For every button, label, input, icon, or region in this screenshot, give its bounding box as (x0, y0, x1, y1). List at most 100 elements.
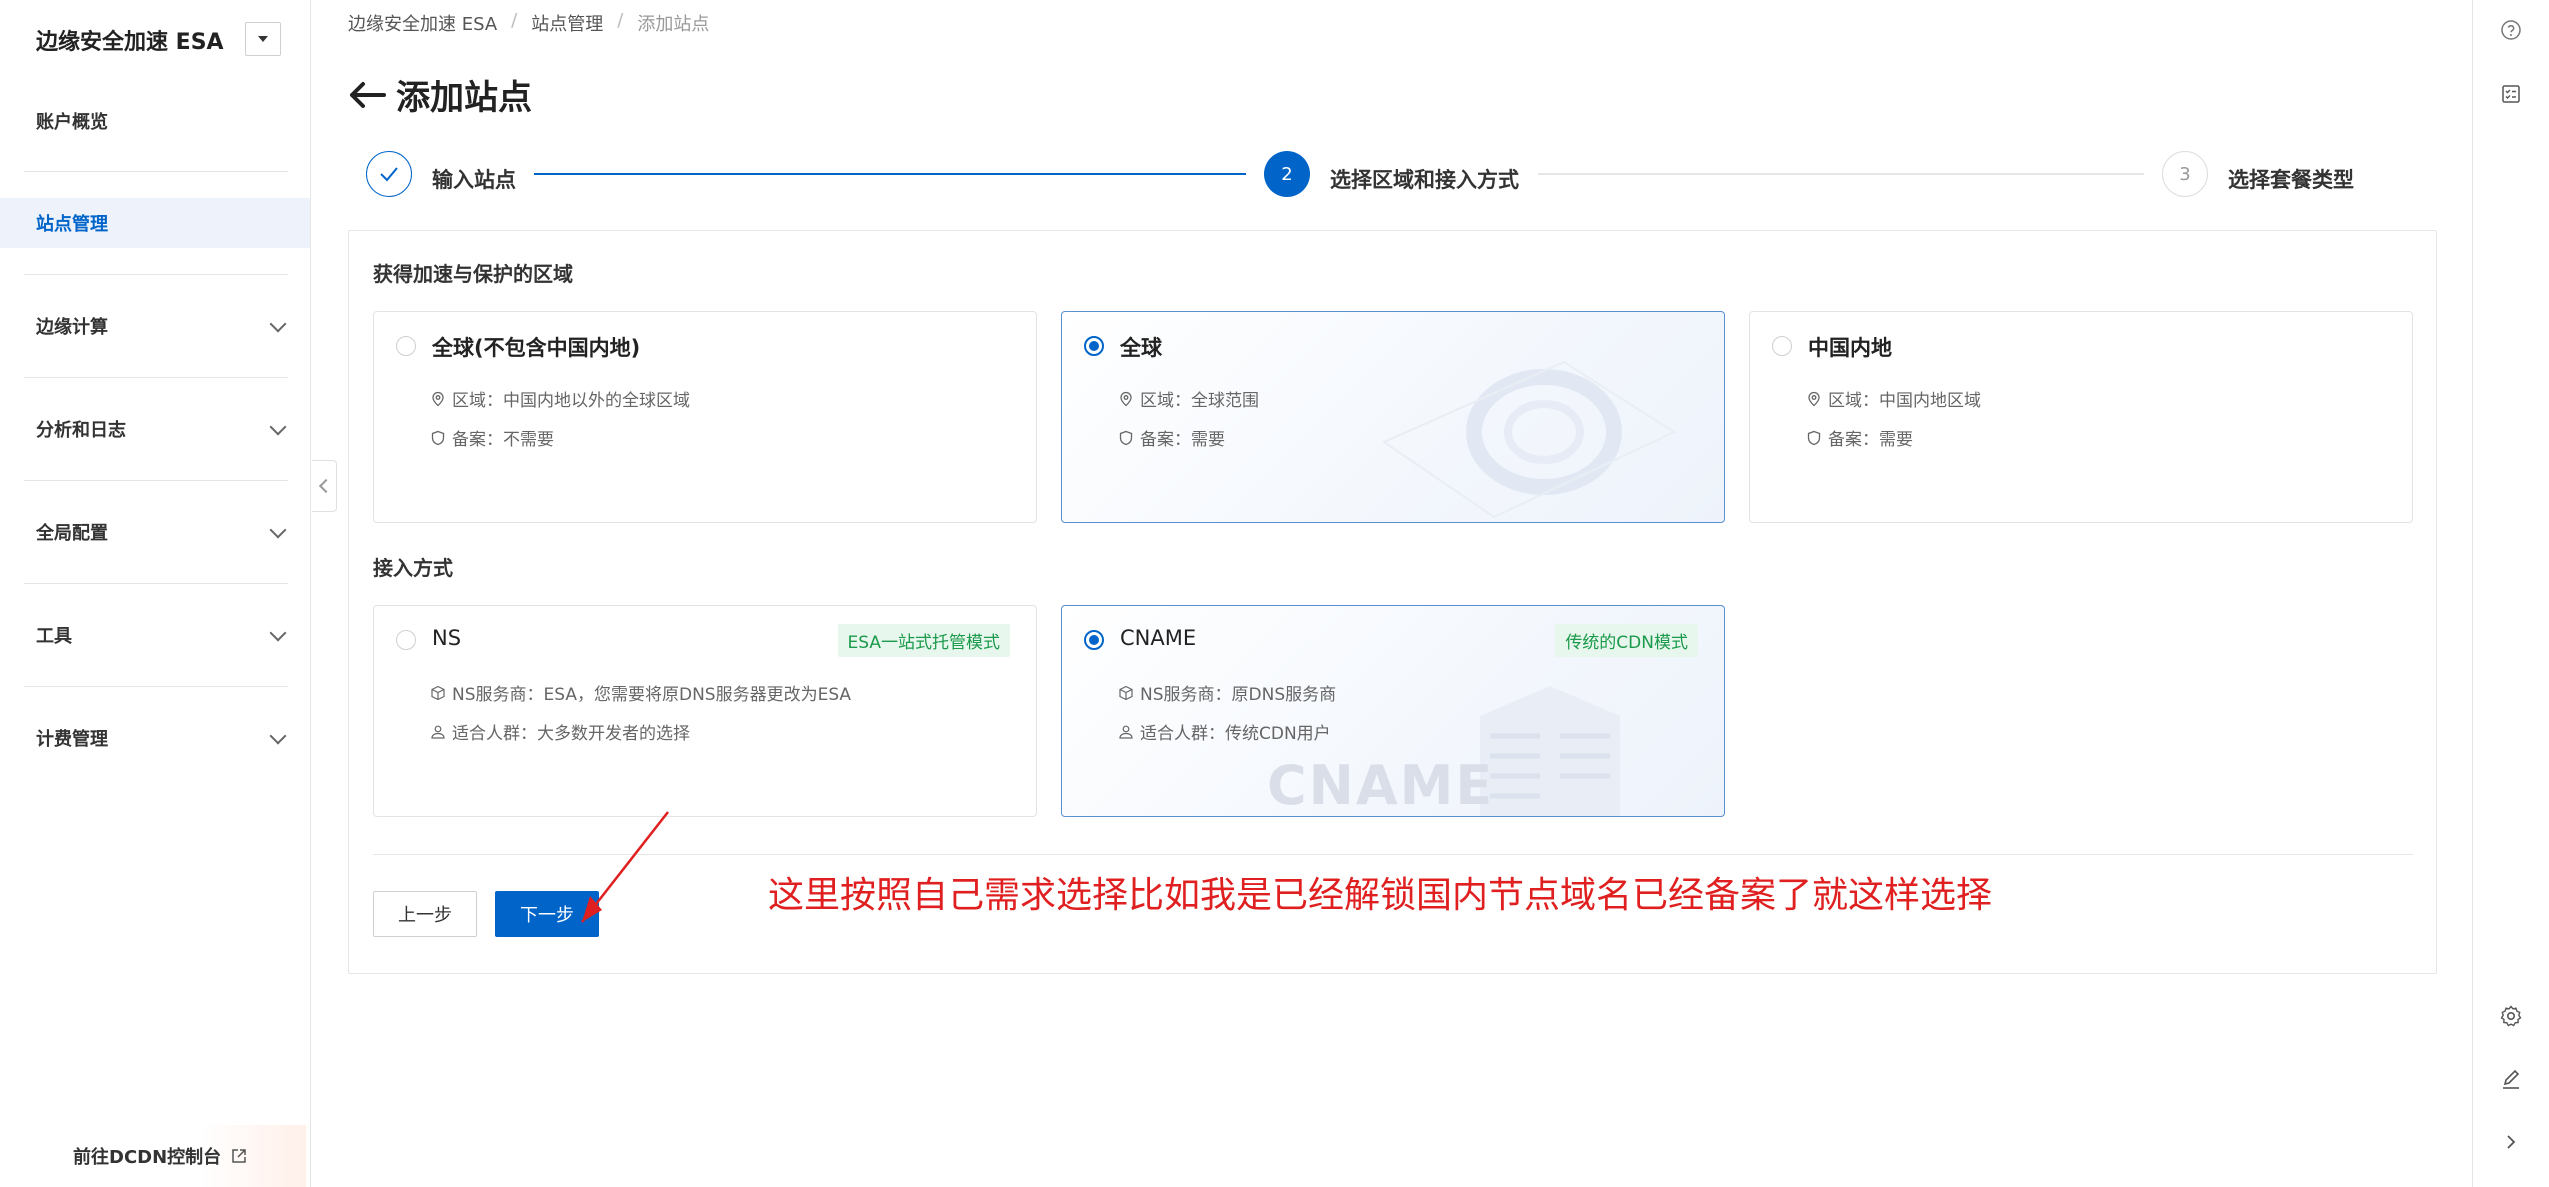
prev-step-button[interactable]: 上一步 (373, 891, 477, 937)
shield-icon (1119, 430, 1133, 445)
access-ns-text: NS服务商：原DNS服务商 (1140, 685, 1337, 705)
sidebar-item-global-config[interactable]: 全局配置 (0, 507, 310, 557)
region-area-line: 区域：中国内地区域 (1806, 386, 1981, 411)
step-3-circle: 3 (2162, 151, 2208, 197)
page-title: 添加站点 (396, 78, 532, 118)
access-ns-line: NS服务商：原DNS服务商 (1118, 680, 1336, 705)
chevron-down-icon (269, 315, 287, 333)
product-title: 边缘安全加速 ESA (36, 30, 224, 55)
chevron-down-icon (269, 727, 287, 745)
radio-button[interactable] (1772, 336, 1792, 356)
region-icp-line: 备案：需要 (1118, 425, 1225, 450)
checklist-icon[interactable] (2497, 80, 2525, 108)
sidebar-item-label: 计费管理 (36, 729, 108, 750)
region-option-global[interactable]: 全球 区域：全球范围 备案：需要 (1061, 311, 1725, 523)
right-toolbar (2472, 0, 2549, 1187)
location-pin-icon (1808, 391, 1820, 406)
radio-button-selected[interactable] (1084, 630, 1104, 650)
breadcrumb-item-site-management[interactable]: 站点管理 (531, 10, 603, 36)
sidebar-item-billing[interactable]: 计费管理 (0, 713, 310, 763)
access-audience-text: 适合人群：大多数开发者的选择 (452, 724, 690, 744)
access-option-ns[interactable]: NS ESA一站式托管模式 NS服务商：ESA，您需要将原DNS服务器更改为ES… (373, 605, 1037, 817)
cname-watermark: CNAME (1267, 754, 1495, 817)
sidebar: 边缘安全加速 ESA 账户概览 站点管理 边缘计算 分析和日志 全局配置 工具 … (0, 0, 311, 1187)
access-option-title: NS (432, 626, 462, 650)
globe-illustration (1381, 360, 1677, 519)
access-audience-text: 适合人群：传统CDN用户 (1140, 724, 1331, 744)
divider (24, 171, 288, 172)
shield-icon (431, 430, 445, 445)
check-icon (380, 167, 398, 182)
chevron-down-icon (269, 624, 287, 642)
region-icp-line: 备案：不需要 (430, 425, 554, 450)
help-icon[interactable] (2497, 16, 2525, 44)
region-icp-line: 备案：需要 (1806, 425, 1913, 450)
edit-icon[interactable] (2497, 1066, 2525, 1094)
region-area-text: 区域：全球范围 (1140, 391, 1259, 411)
access-option-cname[interactable]: CNAME CNAME 传统的CDN模式 NS服务商：原DNS服务商 适合人群：… (1061, 605, 1725, 817)
caret-down-icon (258, 36, 268, 42)
step-2-label: 选择区域和接入方式 (1330, 168, 1519, 192)
radio-button[interactable] (396, 630, 416, 650)
mode-tag: 传统的CDN模式 (1555, 624, 1698, 657)
step-1-circle (366, 151, 412, 197)
region-area-line: 区域：全球范围 (1118, 386, 1259, 411)
sidebar-item-label: 账户概览 (36, 112, 108, 133)
chevron-down-icon (269, 521, 287, 539)
region-option-title: 全球 (1120, 336, 1162, 360)
region-option-mainland-china[interactable]: 中国内地 区域：中国内地区域 备案：需要 (1749, 311, 2413, 523)
sidebar-item-account-overview[interactable]: 账户概览 (0, 96, 310, 146)
step-1-label: 输入站点 (432, 168, 516, 192)
region-option-title: 全球(不包含中国内地) (432, 336, 641, 360)
sidebar-item-tools[interactable]: 工具 (0, 610, 310, 660)
breadcrumb-separator: / (511, 10, 518, 31)
product-switch-dropdown[interactable] (245, 22, 281, 56)
sidebar-item-label: 站点管理 (36, 214, 108, 235)
dcdn-console-link-label: 前往DCDN控制台 (73, 1147, 222, 1168)
chevron-down-icon (269, 418, 287, 436)
sidebar-item-edge-computing[interactable]: 边缘计算 (0, 301, 310, 351)
divider (24, 686, 288, 687)
region-option-title: 中国内地 (1808, 336, 1892, 360)
access-option-title: CNAME (1120, 626, 1197, 650)
region-icp-text: 备案：不需要 (452, 430, 554, 450)
back-arrow-icon[interactable] (348, 80, 386, 110)
sidebar-item-analytics-logs[interactable]: 分析和日志 (0, 404, 310, 454)
breadcrumb-item-current: 添加站点 (637, 14, 710, 35)
region-section-title: 获得加速与保护的区域 (373, 262, 573, 286)
mode-tag: ESA一站式托管模式 (837, 624, 1010, 657)
cube-icon (431, 685, 445, 700)
page-header: 添加站点 (348, 70, 532, 119)
external-link-icon (232, 1149, 246, 1163)
step-3-label: 选择套餐类型 (2228, 168, 2354, 192)
region-area-text: 区域：中国内地以外的全球区域 (452, 391, 690, 411)
annotation-arrow (581, 811, 669, 923)
step-connector (1538, 173, 2144, 175)
sidebar-collapse-toggle[interactable] (312, 460, 337, 512)
annotation-text: 这里按照自己需求选择比如我是已经解锁国内节点域名已经备案了就这样选择 (768, 875, 1993, 916)
region-option-global-excl-mainland[interactable]: 全球(不包含中国内地) 区域：中国内地以外的全球区域 备案：不需要 (373, 311, 1037, 523)
radio-button[interactable] (396, 336, 416, 356)
gear-icon[interactable] (2497, 1002, 2525, 1030)
shield-icon (1807, 430, 1821, 445)
region-icp-text: 备案：需要 (1828, 430, 1913, 450)
dcdn-console-link[interactable]: 前往DCDN控制台 (40, 1125, 306, 1187)
user-group-icon (431, 725, 445, 739)
access-section-title: 接入方式 (373, 556, 453, 580)
radio-button-selected[interactable] (1084, 336, 1104, 356)
divider (24, 480, 288, 481)
divider (24, 377, 288, 378)
region-icp-text: 备案：需要 (1140, 430, 1225, 450)
region-area-text: 区域：中国内地区域 (1828, 391, 1981, 411)
access-ns-line: NS服务商：ESA，您需要将原DNS服务器更改为ESA (430, 680, 851, 705)
sidebar-item-label: 边缘计算 (36, 317, 108, 338)
divider (24, 274, 288, 275)
breadcrumb-item-esa[interactable]: 边缘安全加速 ESA (348, 10, 497, 36)
location-pin-icon (1120, 391, 1132, 406)
chevron-right-icon[interactable] (2497, 1128, 2525, 1156)
breadcrumb-separator: / (617, 10, 624, 31)
cube-icon (1119, 685, 1133, 700)
access-audience-line: 适合人群：大多数开发者的选择 (430, 719, 690, 744)
sidebar-item-site-management[interactable]: 站点管理 (0, 198, 310, 248)
sidebar-item-label: 工具 (36, 626, 72, 647)
